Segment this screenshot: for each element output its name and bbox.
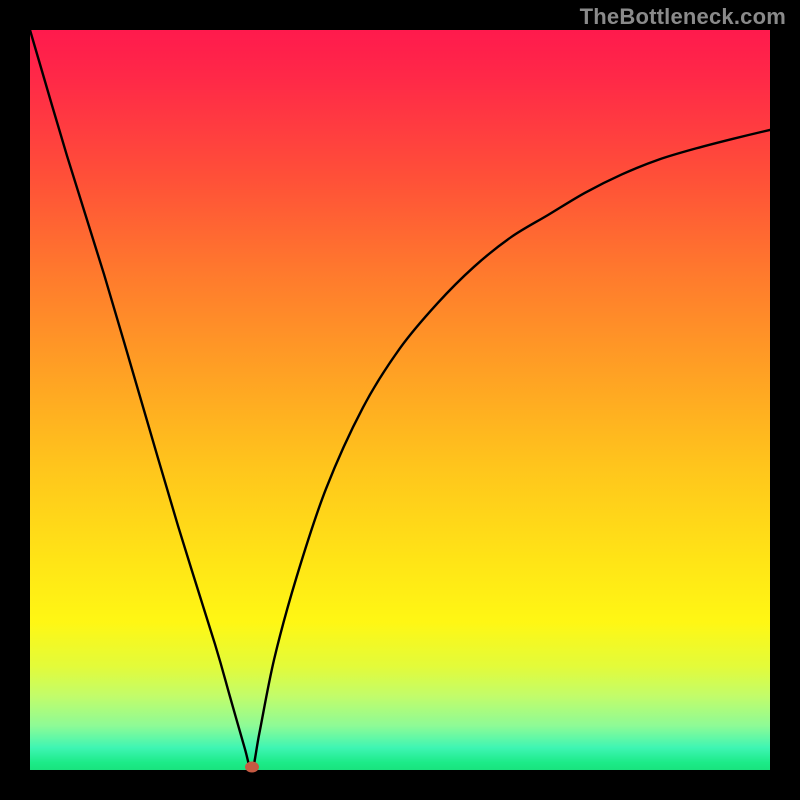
curve-path: [30, 30, 770, 770]
chart-frame: TheBottleneck.com: [0, 0, 800, 800]
minimum-marker: [245, 762, 259, 773]
watermark-text: TheBottleneck.com: [580, 4, 786, 30]
bottleneck-curve: [30, 30, 770, 770]
